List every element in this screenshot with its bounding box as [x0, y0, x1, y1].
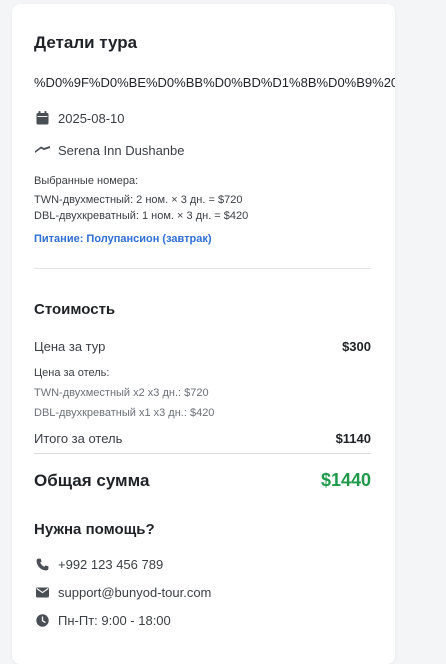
hotel-total-row: Итого за отель $1140	[34, 431, 371, 446]
hotel-price-line: DBL-двухкреватный x1 x3 дн.: $420	[34, 407, 215, 419]
help-hours: Пн-Пт: 9:00 - 18:00	[58, 612, 171, 628]
clock-icon	[34, 612, 50, 628]
hotel-total-value: $1140	[335, 431, 371, 446]
tour-details-title: Детали тура	[34, 33, 138, 52]
help-email-row[interactable]: support@bunyod-tour.com	[34, 584, 211, 600]
grand-total-value: $1440	[320, 470, 371, 490]
phone-icon	[34, 556, 50, 572]
rooms-label: Выбранные номера:	[34, 175, 139, 187]
help-title: Нужна помощь?	[34, 521, 155, 538]
room-line: DBL-двухкреватный: 1 ном. × 3 дн. = $420	[34, 210, 249, 222]
grand-total-label: Общая сумма	[34, 470, 150, 490]
help-hours-row: Пн-Пт: 9:00 - 18:00	[34, 612, 171, 628]
hotel-price-line: TWN-двухместный x2 x3 дн.: $720	[34, 387, 209, 399]
help-phone-row[interactable]: +992 123 456 789	[34, 556, 163, 572]
total-divider	[34, 453, 371, 454]
cost-title: Стоимость	[34, 301, 116, 318]
help-phone: +992 123 456 789	[58, 556, 164, 572]
tour-price-value: $300	[342, 339, 371, 354]
meal-plan: Питание: Полупансион (завтрак)	[34, 233, 212, 245]
hotel-price-label: Цена за отель:	[34, 367, 110, 379]
calendar-icon	[34, 110, 50, 126]
grand-total-row: Общая сумма $1440	[34, 470, 371, 491]
tour-price-label: Цена за тур	[34, 339, 106, 354]
hotel-total-label: Итого за отель	[34, 431, 123, 446]
help-email: support@bunyod-tour.com	[58, 584, 212, 600]
bed-icon	[34, 142, 50, 158]
tour-name-encoded: %D0%9F%D0%BE%D0%BB%D0%BD%D1%8B%D0%B9%20%…	[34, 75, 395, 90]
envelope-icon	[34, 584, 50, 600]
hotel-name: Serena Inn Dushanbe	[58, 142, 185, 158]
section-divider	[34, 268, 371, 269]
tour-summary-card: Детали тура %D0%9F%D0%BE%D0%BB%D0%BD%D1%…	[12, 4, 395, 664]
tour-date-row: 2025-08-10	[34, 110, 125, 126]
tour-date: 2025-08-10	[58, 110, 125, 126]
room-line: TWN-двухместный: 2 ном. × 3 дн. = $720	[34, 194, 243, 206]
tour-price-row: Цена за тур $300	[34, 339, 371, 354]
hotel-row: Serena Inn Dushanbe	[34, 142, 184, 158]
